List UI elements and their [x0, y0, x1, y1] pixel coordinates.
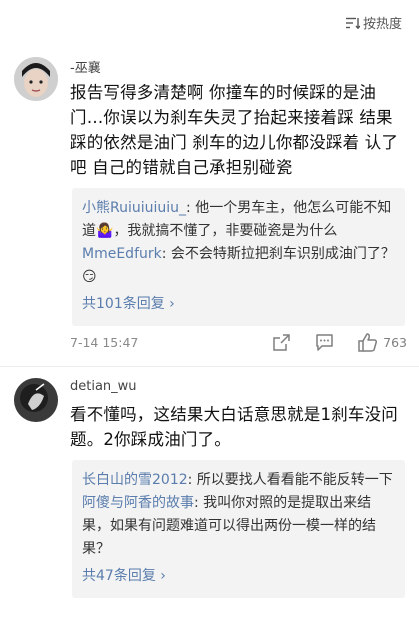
emoji-smirk: 😏 [82, 269, 97, 285]
avatar-photo-icon [14, 378, 58, 422]
reply-text-continued: ，我就搞不懂了，非要碰瓷是为什么 [113, 223, 338, 239]
sort-icon [345, 17, 360, 29]
reply-author[interactable]: MmeEdfurk [82, 246, 162, 262]
comment-icon [316, 334, 333, 351]
reply-text: : 会不会特斯拉把刹车识别成油门了？ [161, 246, 395, 262]
share-icon [273, 334, 290, 351]
comment-text: 看不懂吗，这结果大白话意思就是1刹车没问题。2你踩成油门了。 [70, 405, 398, 449]
avatar-photo-icon [14, 57, 58, 101]
reply-author[interactable]: 阿傻与阿香的故事 [82, 495, 194, 511]
like-count: 763 [383, 335, 407, 350]
more-replies-link[interactable]: 共47条回复 › [82, 565, 395, 588]
reply-item: 阿傻与阿香的故事: 我叫你对照的是提取出来结果，如果有问题难道可以得出两份一模一… [82, 492, 395, 561]
avatar[interactable] [14, 378, 58, 422]
reply-box[interactable]: 小熊Ruiuiuiuiu_: 他一个男车主，他怎么可能不知道🤷‍♀️，我就搞不懂… [72, 188, 405, 326]
like-button[interactable]: 763 [358, 333, 407, 352]
comment-time: 7-14 15:47 [70, 335, 139, 350]
comment-meta: 7-14 15:47 763 [70, 333, 407, 352]
comment-text: 报告写得多清楚啊 你撞车的时候踩的是油门…你误以为刹车失灵了抬起来接着踩 结果踩… [70, 83, 399, 177]
share-button[interactable] [272, 333, 291, 352]
reply-item: MmeEdfurk: 会不会特斯拉把刹车识别成油门了？ 😏 [82, 243, 395, 289]
username[interactable]: detian_wu [70, 379, 137, 394]
avatar[interactable] [14, 57, 58, 101]
sort-label: 按热度 [362, 17, 402, 32]
reply-item: 长白山的雪2012: 所以要找人看看能不能反转一下 [82, 469, 395, 492]
reply-author[interactable]: 长白山的雪2012 [82, 472, 188, 488]
comment-button[interactable] [315, 333, 334, 352]
username[interactable]: -巫襄 [70, 57, 101, 76]
thumbs-up-icon [358, 333, 378, 352]
reply-box[interactable]: 长白山的雪2012: 所以要找人看看能不能反转一下 阿傻与阿香的故事: 我叫你对… [72, 460, 405, 598]
reply-text: : 所以要找人看看能不能反转一下 [187, 472, 393, 488]
reply-author[interactable]: 小熊Ruiuiuiuiu_ [82, 200, 186, 216]
more-replies-link[interactable]: 共101条回复 › [82, 293, 395, 316]
sort-toggle[interactable]: 按热度 [345, 13, 402, 32]
reply-item: 小熊Ruiuiuiuiu_: 他一个男车主，他怎么可能不知道🤷‍♀️，我就搞不懂… [82, 197, 395, 243]
emoji-person-shrugging: 🤷‍♀️ [96, 223, 114, 239]
divider [0, 366, 419, 367]
